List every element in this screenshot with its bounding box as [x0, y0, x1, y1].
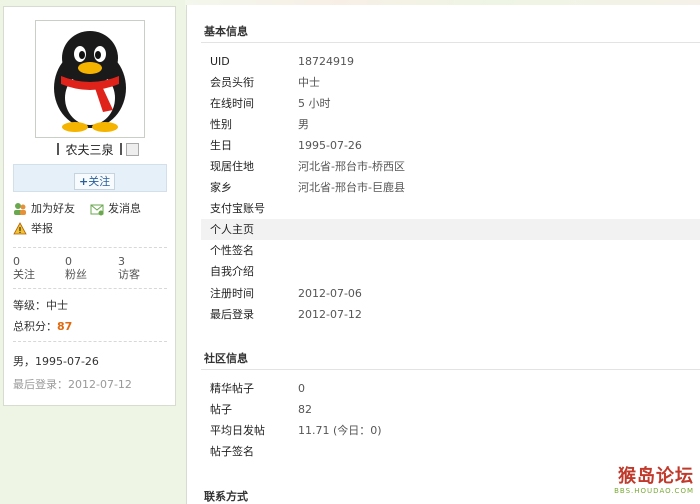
- info-row-residence: 现居住地 河北省-邢台市-桥西区: [210, 160, 405, 173]
- divider: [13, 247, 167, 248]
- avatar[interactable]: [35, 20, 145, 138]
- stat-value: 3: [118, 255, 125, 268]
- info-row-signature: 个性签名: [210, 244, 254, 257]
- info-row-birthday: 生日 1995-07-26: [210, 139, 362, 152]
- stat-value: 0: [13, 255, 20, 268]
- follow-button[interactable]: +关注: [74, 173, 116, 190]
- info-row-last-login: 最后登录 2012-07-12: [210, 308, 362, 321]
- points-value: 87: [57, 320, 73, 333]
- info-row-title: 会员头衔 中士: [210, 76, 320, 89]
- add-friend-icon: [14, 203, 26, 215]
- stat-value: 0: [65, 255, 72, 268]
- plus-icon: +: [79, 175, 89, 188]
- follow-label: 关注: [88, 175, 111, 188]
- info-row-daily-posts: 平均日发帖 11.71 (今日：0): [210, 424, 382, 437]
- name-divider-right: [119, 143, 122, 155]
- info-row-post-signature: 帖子签名: [210, 445, 254, 458]
- info-row-bio: 自我介绍: [210, 265, 254, 278]
- info-row-digest-posts: 精华帖子 0: [210, 382, 305, 395]
- report-link[interactable]: 举报: [13, 221, 53, 237]
- stat-label: 关注: [13, 268, 35, 281]
- username-row: 农夫三泉: [4, 141, 175, 163]
- warning-icon: [13, 222, 27, 235]
- info-row-online-time: 在线时间 5 小时: [210, 97, 331, 110]
- info-row-posts: 帖子 82: [210, 403, 312, 416]
- info-row-gender: 性别男: [210, 118, 309, 131]
- watermark-brand: 猴岛论坛: [618, 466, 694, 487]
- report-label: 举报: [31, 222, 53, 235]
- watermark-url: BBS.HOUDAO.COM: [614, 487, 694, 495]
- info-row-homepage: 个人主页: [201, 219, 700, 240]
- level-value: 中士: [46, 299, 68, 312]
- divider: [13, 288, 167, 289]
- send-message-link[interactable]: 发消息: [90, 201, 141, 217]
- info-panel: 基本信息 UID 18724919 会员头衔 中士 在线时间 5 小时 性别男 生日 1…: [186, 5, 700, 504]
- contact-info-title: 联系方式: [204, 490, 248, 503]
- divider: [13, 341, 167, 342]
- follow-box: +关注: [13, 164, 167, 192]
- name-divider-left: [57, 143, 60, 155]
- stat-followers[interactable]: 0 粉丝: [65, 255, 105, 281]
- info-row-register-time: 注册时间 2012-07-06: [210, 287, 362, 300]
- info-row-alipay: 支付宝账号: [210, 202, 265, 215]
- penguin-avatar-icon: [39, 24, 141, 134]
- last-login-value: 2012-07-12: [68, 378, 132, 391]
- stat-label: 粉丝: [65, 268, 87, 281]
- section-divider: [201, 42, 700, 43]
- qq-icon[interactable]: [126, 143, 139, 156]
- add-friend-link[interactable]: 加为好友: [13, 201, 75, 217]
- site-watermark: 猴岛论坛 BBS.HOUDAO.COM: [598, 467, 694, 499]
- add-friend-label: 加为好友: [31, 202, 75, 215]
- info-row-uid: UID 18724919: [210, 55, 354, 68]
- points-line: 总积分：87: [13, 320, 73, 333]
- stat-label: 访客: [118, 268, 140, 281]
- stat-visitors[interactable]: 3 访客: [118, 255, 158, 281]
- section-divider: [201, 369, 700, 370]
- info-row-hometown: 家乡 河北省-邢台市-巨鹿县: [210, 181, 405, 194]
- basic-info-title: 基本信息: [204, 25, 248, 38]
- level-line: 等级：中士: [13, 299, 68, 312]
- message-icon: [90, 204, 104, 216]
- last-login-line: 最后登录：2012-07-12: [13, 378, 132, 391]
- profile-card: 农夫三泉 +关注 加为好友 发消息 举报 0 关注 0 粉丝 3 访客 等级：中…: [3, 6, 176, 406]
- community-info-title: 社区信息: [204, 352, 248, 365]
- username[interactable]: 农夫三泉: [65, 143, 113, 157]
- send-message-label: 发消息: [108, 202, 141, 215]
- stat-following[interactable]: 0 关注: [13, 255, 53, 281]
- gender-birthday: 男，1995-07-26: [13, 355, 99, 368]
